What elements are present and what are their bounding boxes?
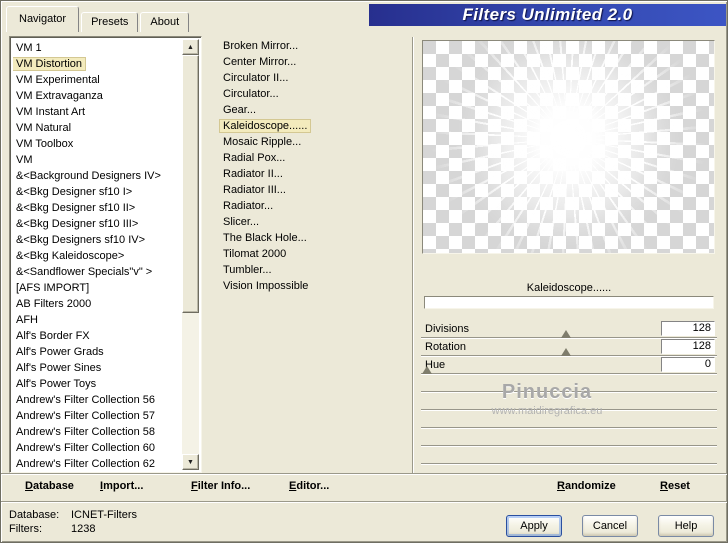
- category-list[interactable]: VM 1 VM Distortion VM Experimental VM Ex…: [13, 40, 181, 470]
- filter-list-item[interactable]: Tilomat 2000: [220, 246, 406, 262]
- preview-box: [422, 40, 715, 254]
- category-list-item[interactable]: &<Bkg Kaleidoscope>: [13, 248, 181, 264]
- filter-list-item[interactable]: Radiator II...: [220, 166, 406, 182]
- status-filters-row: Filters: 1238: [9, 522, 137, 536]
- toolbar-divider-top: [1, 473, 727, 475]
- category-list-item[interactable]: Alf's Border FX: [13, 328, 181, 344]
- tab-about[interactable]: About: [140, 12, 190, 32]
- filter-list-item[interactable]: Kaleidoscope......: [218, 118, 406, 134]
- selected-filter-caption: Kaleidoscope......: [526, 282, 612, 294]
- status-filters-value: 1238: [71, 523, 96, 535]
- param-row-rotation[interactable]: Rotation 128: [421, 338, 717, 356]
- scrollbar-thumb[interactable]: [182, 55, 199, 313]
- category-list-item[interactable]: VM Experimental: [13, 72, 181, 88]
- scroll-up-icon[interactable]: ▲: [182, 39, 199, 55]
- cancel-button[interactable]: Cancel: [582, 515, 638, 537]
- category-list-panel: VM 1 VM Distortion VM Experimental VM Ex…: [9, 36, 202, 473]
- param-value-input[interactable]: 0: [661, 357, 715, 372]
- slider-thumb[interactable]: [421, 366, 432, 374]
- vertical-divider: [412, 37, 414, 473]
- slider-thumb[interactable]: [561, 348, 572, 356]
- tab-strip: Navigator Presets About: [6, 5, 191, 32]
- filter-list-item[interactable]: Circulator II...: [220, 70, 406, 86]
- category-list-item[interactable]: &<Sandflower Specials"v" >: [13, 264, 181, 280]
- kaleidoscope-effect: [423, 41, 714, 253]
- filter-list-item[interactable]: Circulator...: [220, 86, 406, 102]
- category-list-item[interactable]: Andrew's Filter Collection 57: [13, 408, 181, 424]
- category-list-item[interactable]: Andrew's Filter Collection 56: [13, 392, 181, 408]
- category-list-item[interactable]: AB Filters 2000: [13, 296, 181, 312]
- import-button[interactable]: Import...: [100, 480, 143, 492]
- filter-list-item[interactable]: Tumbler...: [220, 262, 406, 278]
- category-list-item[interactable]: AFH: [13, 312, 181, 328]
- filter-list-item[interactable]: Broken Mirror...: [220, 38, 406, 54]
- parameter-panel: Divisions 128 Rotation 128 Hue 0: [421, 320, 717, 464]
- reset-button[interactable]: Reset: [660, 480, 690, 492]
- editor-button[interactable]: Editor...: [289, 480, 329, 492]
- param-row-hue[interactable]: Hue 0: [421, 356, 717, 374]
- scroll-down-icon[interactable]: ▼: [182, 454, 199, 470]
- empty-slider-row: [421, 392, 717, 410]
- help-button[interactable]: Help: [658, 515, 714, 537]
- category-list-item[interactable]: VM Natural: [13, 120, 181, 136]
- database-button[interactable]: Database: [25, 480, 74, 492]
- filter-list-item[interactable]: Center Mirror...: [220, 54, 406, 70]
- status-database-label: Database:: [9, 509, 60, 521]
- empty-slider-row: [421, 446, 717, 464]
- category-list-item[interactable]: &<Bkg Designer sf10 II>: [13, 200, 181, 216]
- app-title: Filters Unlimited 2.0: [462, 5, 633, 24]
- category-list-item[interactable]: Andrew's Filter Collection 62: [13, 456, 181, 470]
- category-list-item[interactable]: Andrew's Filter Collection 60: [13, 440, 181, 456]
- randomize-button[interactable]: Randomize: [557, 480, 616, 492]
- param-row-divisions[interactable]: Divisions 128: [421, 320, 717, 338]
- tab-navigator[interactable]: Navigator: [6, 6, 80, 32]
- status-filters-label: Filters:: [9, 523, 42, 535]
- param-value-input[interactable]: 128: [661, 321, 715, 336]
- status-database-row: Database: ICNET-Filters: [9, 508, 137, 522]
- category-list-item[interactable]: &<Bkg Designer sf10 III>: [13, 216, 181, 232]
- filter-list-item[interactable]: Radiator...: [220, 198, 406, 214]
- param-label: Rotation: [425, 341, 466, 353]
- empty-slider-row: [421, 374, 717, 392]
- vertical-scrollbar[interactable]: ▲ ▼: [182, 39, 199, 470]
- param-label: Divisions: [425, 323, 470, 335]
- param-value-input[interactable]: 128: [661, 339, 715, 354]
- category-list-item[interactable]: [AFS IMPORT]: [13, 280, 181, 296]
- filter-list-item[interactable]: Mosaic Ripple...: [220, 134, 406, 150]
- filter-list-item[interactable]: Radial Pox...: [220, 150, 406, 166]
- category-list-item[interactable]: &<Background Designers IV>: [13, 168, 181, 184]
- category-list-item[interactable]: VM Extravaganza: [13, 88, 181, 104]
- title-bar: Filters Unlimited 2.0: [369, 4, 726, 26]
- category-list-item[interactable]: Alf's Power Sines: [13, 360, 181, 376]
- empty-slider-row: [421, 428, 717, 446]
- progress-bar: [424, 296, 714, 309]
- slider-thumb[interactable]: [561, 330, 572, 338]
- category-list-item[interactable]: VM Instant Art: [13, 104, 181, 120]
- filter-info-button[interactable]: Filter Info...: [191, 480, 250, 492]
- filter-list[interactable]: Broken Mirror... Center Mirror... Circul…: [218, 38, 406, 294]
- apply-button[interactable]: Apply: [506, 515, 562, 537]
- category-list-item[interactable]: VM Distortion: [13, 56, 181, 72]
- category-list-item[interactable]: VM: [13, 152, 181, 168]
- category-list-item[interactable]: Alf's Power Toys: [13, 376, 181, 392]
- bottom-toolbar: Database Import... Filter Info... Editor…: [1, 478, 727, 498]
- toolbar-divider-bottom: [1, 501, 727, 503]
- filter-list-item[interactable]: Vision Impossible: [220, 278, 406, 294]
- category-list-item[interactable]: VM Toolbox: [13, 136, 181, 152]
- filter-list-item[interactable]: Gear...: [220, 102, 406, 118]
- status-database-value: ICNET-Filters: [71, 509, 137, 521]
- category-list-item[interactable]: Andrew's Filter Collection 58: [13, 424, 181, 440]
- filter-list-item[interactable]: Slicer...: [220, 214, 406, 230]
- filter-list-item[interactable]: The Black Hole...: [220, 230, 406, 246]
- status-area: Database: ICNET-Filters Filters: 1238: [9, 508, 137, 536]
- category-list-item[interactable]: &<Bkg Designers sf10 IV>: [13, 232, 181, 248]
- empty-slider-row: [421, 410, 717, 428]
- preview-image: [423, 41, 714, 253]
- tab-presets[interactable]: Presets: [81, 12, 139, 32]
- category-list-item[interactable]: VM 1: [13, 40, 181, 56]
- category-list-item[interactable]: Alf's Power Grads: [13, 344, 181, 360]
- filter-list-item[interactable]: Radiator III...: [220, 182, 406, 198]
- category-list-item[interactable]: &<Bkg Designer sf10 I>: [13, 184, 181, 200]
- filters-unlimited-window: Navigator Presets About Filters Unlimite…: [0, 0, 728, 543]
